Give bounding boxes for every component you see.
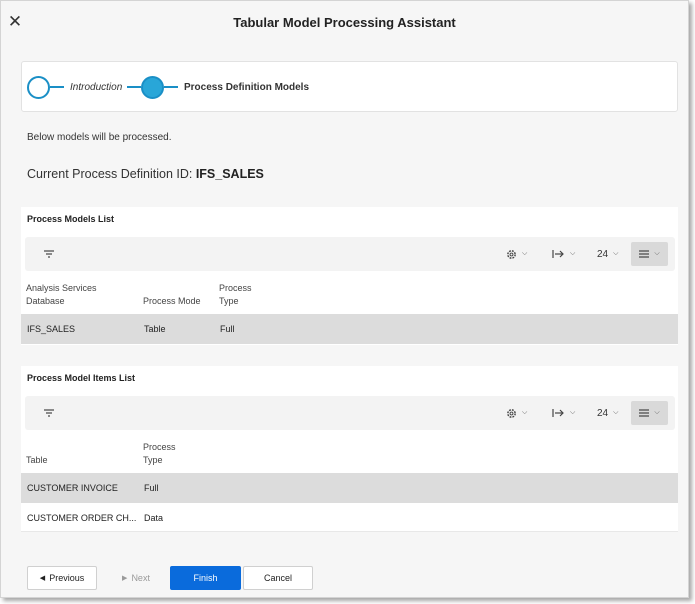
process-model-items-toolbar: ⌵ ⌵ 24 ⌵ ⌵ (25, 396, 675, 430)
step-circle-active-icon (141, 75, 164, 99)
cancel-button[interactable]: Cancel (243, 566, 313, 590)
chevron-down-icon: ⌵ (522, 250, 528, 257)
list-view-icon (639, 409, 650, 417)
current-process-definition: Current Process Definition ID: IFS_SALES (27, 167, 264, 181)
rows-per-page-value: 24 (597, 248, 609, 260)
finish-label: Finish (193, 573, 218, 583)
cancel-label: Cancel (263, 573, 292, 583)
next-button[interactable]: ▶ Next (109, 566, 163, 590)
chevron-down-icon: ⌵ (613, 250, 619, 257)
intro-text: Below models will be processed. (27, 132, 172, 143)
process-models-panel: Process Models List ⌵ ⌵ 24 ⌵ ⌵ Analysis … (21, 207, 678, 345)
current-definition-value: IFS_SALES (195, 167, 264, 181)
step-introduction[interactable]: Introduction (27, 75, 122, 99)
finish-button[interactable]: Finish (170, 566, 241, 590)
step-circle-completed-icon (27, 75, 50, 99)
cell-process-type: Full (220, 324, 235, 334)
cell-process-mode: Table (144, 324, 166, 334)
process-model-items-title: Process Model Items List (27, 373, 136, 383)
caret-right-icon: ▶ (122, 575, 128, 582)
settings-dropdown[interactable]: ⌵ (506, 405, 527, 421)
step-connector (50, 86, 64, 88)
step-connector (127, 86, 141, 88)
step-connector (164, 86, 178, 88)
rows-per-page-dropdown[interactable]: 24 ⌵ (597, 405, 618, 421)
table-row[interactable]: CUSTOMER INVOICE Full (21, 473, 678, 503)
process-model-items-panel: Process Model Items List ⌵ ⌵ 24 ⌵ ⌵ Tabl… (21, 366, 678, 532)
chevron-down-icon: ⌵ (654, 409, 660, 416)
column-header-database[interactable]: Analysis Services Database (26, 282, 126, 308)
process-models-toolbar: ⌵ ⌵ 24 ⌵ ⌵ (25, 237, 675, 271)
chevron-down-icon: ⌵ (654, 250, 660, 257)
panel-divider (21, 531, 678, 532)
columns-dropdown[interactable]: ⌵ (552, 246, 575, 262)
dialog-title: Tabular Model Processing Assistant (233, 15, 456, 30)
gear-icon (507, 249, 516, 259)
chevron-down-icon: ⌵ (522, 409, 528, 416)
cell-table: CUSTOMER ORDER CH... (27, 513, 137, 523)
column-arrow-icon (552, 409, 564, 417)
cell-process-type: Data (144, 513, 164, 523)
process-models-title: Process Models List (27, 214, 115, 224)
cell-process-type: Full (144, 483, 159, 493)
step-process-definition-models[interactable]: Process Definition Models (127, 75, 309, 99)
step-label-process-definition-models: Process Definition Models (184, 81, 310, 93)
column-header-process-type[interactable]: Process Type (219, 282, 263, 308)
column-header-table[interactable]: Table (26, 454, 48, 467)
chevron-down-icon: ⌵ (570, 250, 576, 257)
view-mode-dropdown[interactable]: ⌵ (631, 242, 668, 266)
view-mode-dropdown[interactable]: ⌵ (631, 401, 668, 425)
cell-table: CUSTOMER INVOICE (27, 483, 118, 493)
wizard-stepper: Introduction Process Definition Models (21, 61, 678, 112)
previous-label: Previous (49, 573, 85, 583)
column-header-process-type[interactable]: Process Type (143, 441, 187, 467)
current-definition-label: Current Process Definition ID: (27, 167, 196, 181)
column-header-process-mode[interactable]: Process Mode (143, 295, 201, 308)
rows-per-page-dropdown[interactable]: 24 ⌵ (597, 246, 618, 262)
cell-database: IFS_SALES (27, 324, 76, 334)
chevron-down-icon: ⌵ (613, 409, 619, 416)
column-arrow-icon (552, 250, 564, 258)
step-label-introduction: Introduction (70, 81, 123, 93)
chevron-down-icon: ⌵ (570, 409, 576, 416)
rows-per-page-value: 24 (597, 407, 609, 419)
processing-assistant-dialog: ✕ Tabular Model Processing Assistant Int… (0, 0, 689, 598)
list-view-icon (639, 250, 650, 258)
table-row[interactable]: CUSTOMER ORDER CH... Data (21, 503, 202, 533)
filter-icon[interactable] (43, 248, 55, 260)
next-label: Next (131, 573, 150, 583)
caret-left-icon: ◀ (39, 575, 46, 582)
previous-button[interactable]: ◀ Previous (27, 566, 97, 590)
filter-icon[interactable] (43, 407, 55, 419)
columns-dropdown[interactable]: ⌵ (552, 405, 575, 421)
settings-dropdown[interactable]: ⌵ (506, 246, 527, 262)
gear-icon (507, 408, 516, 418)
table-row[interactable]: IFS_SALES Table Full (21, 314, 678, 344)
